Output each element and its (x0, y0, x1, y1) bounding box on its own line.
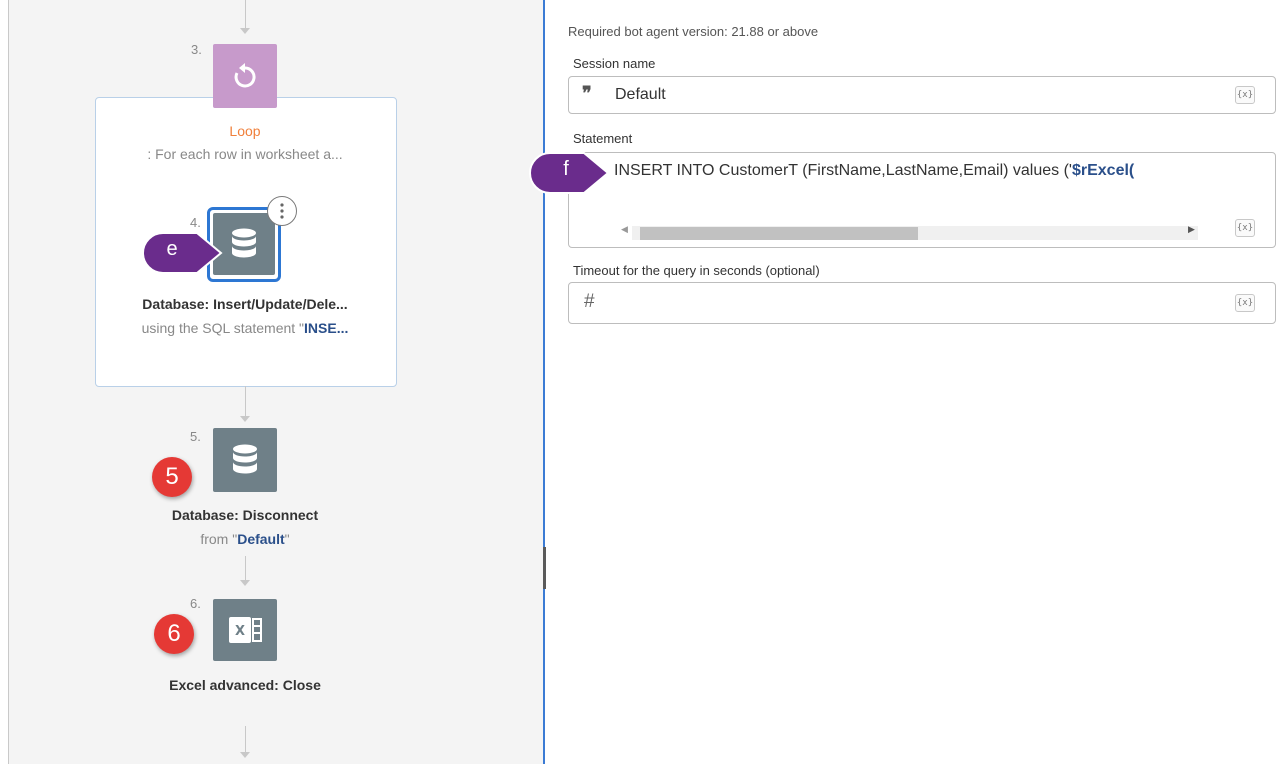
callout-e-label: e (166, 238, 178, 260)
kebab-menu-icon (280, 203, 284, 219)
session-name-field[interactable]: ❞ Default {x} (568, 76, 1276, 114)
connector-line (245, 556, 246, 580)
loop-icon (234, 63, 256, 88)
subtitle-text: " (284, 531, 290, 547)
database-insert-title: Database: Insert/Update/Dele... (142, 296, 348, 312)
statement-scrollbar[interactable]: ◀ ▶ (618, 224, 1210, 240)
step-number: 4. (190, 215, 201, 230)
version-note: Required bot agent version: 21.88 or abo… (568, 24, 819, 39)
hash-icon: # (584, 291, 595, 312)
database-disconnect-subtitle: from "Default" (95, 531, 395, 547)
quote-icon: ❞ (582, 83, 592, 104)
database-disconnect-tile[interactable] (213, 428, 277, 492)
loop-title: Loop (229, 123, 261, 139)
badge-5: 5 (152, 457, 192, 497)
scrollbar-thumb[interactable] (640, 227, 918, 240)
connector-arrow (240, 416, 250, 422)
step-number: 3. (191, 42, 202, 57)
scroll-right-icon[interactable]: ▶ (1188, 224, 1195, 235)
excel-close-tile[interactable]: X (213, 599, 277, 661)
excel-close-title: Excel advanced: Close (169, 677, 321, 693)
database-icon (232, 228, 256, 258)
statement-text: INSERT INTO CustomerT (FirstName,LastNam… (614, 162, 1072, 179)
step-menu-button[interactable] (267, 196, 297, 226)
svg-text:X: X (235, 624, 245, 639)
database-icon (233, 444, 257, 474)
session-name-value: Default (615, 86, 666, 103)
variable-insert-button[interactable]: {x} (1235, 86, 1255, 104)
badge-6: 6 (154, 614, 194, 654)
database-disconnect-title: Database: Disconnect (171, 507, 319, 523)
connector-arrow (240, 28, 250, 34)
connector-line (245, 0, 246, 28)
database-insert-subtitle: using the SQL statement "INSE... (95, 320, 395, 336)
excel-icon: X (229, 617, 262, 643)
panel-divider (543, 0, 545, 764)
statement-variable: $rExcel( (1071, 162, 1135, 179)
connector-arrow (240, 580, 250, 586)
connector-line (245, 386, 246, 416)
session-name-label: Session name (573, 56, 656, 71)
callout-f-label: f (563, 158, 569, 180)
subtitle-bold: INSE... (304, 320, 349, 336)
variable-insert-button[interactable]: {x} (1235, 219, 1255, 237)
loop-subtitle: : For each row in worksheet a... (147, 146, 343, 162)
subtitle-bold: Default (237, 531, 285, 547)
subtitle-text: from " (200, 531, 238, 547)
timeout-label: Timeout for the query in seconds (option… (573, 263, 820, 278)
step-number: 5. (190, 429, 201, 444)
connector-arrow (240, 752, 250, 758)
subtitle-text: using the SQL statement " (141, 320, 305, 336)
statement-label: Statement (573, 131, 633, 146)
scroll-left-icon[interactable]: ◀ (621, 224, 628, 235)
timeout-field[interactable]: # {x} (568, 282, 1276, 324)
step-number: 6. (190, 596, 201, 611)
connector-line (245, 726, 246, 752)
variable-insert-button[interactable]: {x} (1235, 294, 1255, 312)
statement-value: INSERT INTO CustomerT (FirstName,LastNam… (614, 162, 1170, 180)
loop-action-tile[interactable] (213, 44, 277, 108)
resize-handle[interactable] (543, 547, 546, 589)
